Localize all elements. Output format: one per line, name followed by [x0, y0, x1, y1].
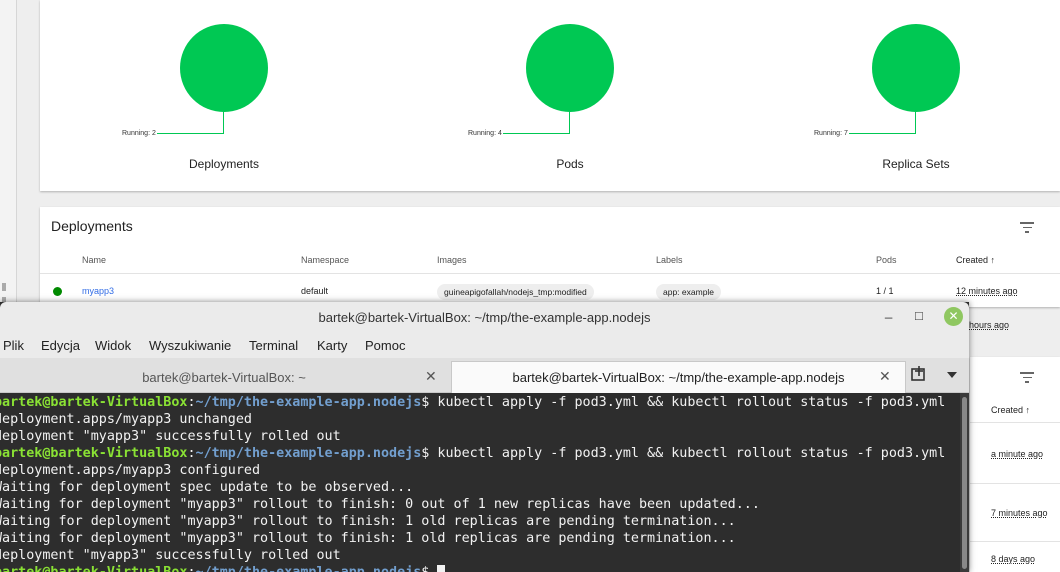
chart-leader-line: [223, 112, 224, 133]
chart-leader-line: [503, 133, 570, 134]
chart-title: Deployments: [188, 157, 260, 171]
terminal-line: deployment.apps/myapp3 configured: [0, 463, 261, 478]
column-header-labels[interactable]: Labels: [656, 255, 683, 265]
terminal-line: Waiting for deployment "myapp3" rollout …: [0, 497, 760, 512]
created-cell: hours ago: [969, 320, 1010, 330]
column-header-created[interactable]: Created ↑: [956, 255, 995, 265]
tab-home[interactable]: bartek@bartek-VirtualBox: ~ ✕: [0, 362, 448, 392]
terminal-line: deployment.apps/myapp3 unchanged: [0, 412, 252, 427]
chart-leader-line: [915, 112, 916, 133]
running-count-label: Running: 4: [468, 130, 502, 137]
terminal-window[interactable]: bartek@bartek-VirtualBox: ~/tmp/the-exam…: [0, 302, 969, 572]
chart-leader-line: [569, 112, 570, 133]
terminal-line: Waiting for deployment "myapp3" rollout …: [0, 531, 736, 546]
sidebar-marker: [2, 283, 6, 291]
row-divider: [970, 541, 1060, 542]
prompt-path: ~/tmp/the-example-app.nodejs: [195, 395, 422, 410]
chart-leader-line: [157, 133, 224, 134]
created-cell: 12 minutes ago: [956, 286, 1018, 296]
column-header-created-label: Created: [991, 405, 1024, 415]
status-running-icon: [53, 287, 62, 296]
tab-bar: bartek@bartek-VirtualBox: ~ ✕ bartek@bar…: [0, 358, 969, 393]
label-chip: app: example: [656, 284, 722, 300]
window-title: bartek@bartek-VirtualBox: ~/tmp/the-exam…: [318, 310, 651, 325]
deployments-pie-chart: [180, 24, 268, 112]
menu-wyszukiwanie[interactable]: Wyszukiwanie: [149, 338, 231, 353]
menu-edycja[interactable]: Edycja: [41, 338, 80, 353]
replica-sets-pie-chart: [872, 24, 960, 112]
filter-icon[interactable]: [1020, 222, 1034, 234]
command-text: $ kubectl apply -f pod3.yml && kubectl r…: [421, 446, 946, 461]
terminal-line: bartek@bartek-VirtualBox:~/tmp/the-examp…: [0, 394, 945, 411]
menu-karty[interactable]: Karty: [317, 338, 347, 353]
running-count-label: Running: 2: [122, 130, 156, 137]
row-divider: [970, 483, 1060, 484]
minimize-icon[interactable]: _: [885, 304, 892, 319]
column-header-namespace[interactable]: Namespace: [301, 255, 349, 265]
sort-arrow-icon: ↑: [1025, 405, 1031, 415]
menu-pomoc[interactable]: Pomoc: [365, 338, 405, 353]
partial-table-card: Created ↑ a minute ago 7 minutes ago 8 d…: [970, 357, 1060, 572]
terminal-line: bartek@bartek-VirtualBox:~/tmp/the-examp…: [0, 445, 945, 462]
column-header-created-label: Created: [956, 255, 989, 265]
prompt-user: bartek@bartek-VirtualBox: [0, 395, 188, 410]
menu-terminal[interactable]: Terminal: [249, 338, 298, 353]
terminal-line: Waiting for deployment spec update to be…: [0, 480, 414, 495]
column-header-pods[interactable]: Pods: [876, 255, 897, 265]
terminal-output[interactable]: bartek@bartek-VirtualBox:~/tmp/the-examp…: [0, 393, 960, 572]
prompt-path: ~/tmp/the-example-app.nodejs: [195, 446, 422, 461]
tab-example-app[interactable]: bartek@bartek-VirtualBox: ~/tmp/the-exam…: [451, 361, 906, 393]
chart-leader-line: [849, 133, 916, 134]
deployments-card: Deployments Name Namespace Images Labels…: [40, 207, 1060, 330]
tab-close-icon[interactable]: ✕: [425, 368, 437, 385]
chart-title: Pods: [556, 157, 584, 171]
created-cell: 7 minutes ago: [991, 508, 1048, 518]
row-divider: [970, 422, 1060, 423]
menu-widok[interactable]: Widok: [95, 338, 131, 353]
terminal-scrollbar[interactable]: [960, 393, 969, 572]
column-header-images[interactable]: Images: [437, 255, 467, 265]
card-title: Deployments: [51, 218, 133, 234]
tab-label: bartek@bartek-VirtualBox: ~/tmp/the-exam…: [512, 370, 845, 385]
menu-plik[interactable]: Plik: [3, 338, 24, 353]
command-text: $: [421, 565, 437, 572]
created-cell: a minute ago: [991, 449, 1044, 459]
chart-title: Replica Sets: [882, 157, 950, 171]
image-chip: guineapigofallah/nodejs_tmp:modified: [437, 284, 594, 300]
sort-arrow-icon: ↑: [990, 255, 996, 265]
prompt-user: bartek@bartek-VirtualBox: [0, 446, 188, 461]
maximize-icon[interactable]: □: [915, 308, 923, 323]
terminal-line: deployment "myapp3" successfully rolled …: [0, 429, 341, 444]
filter-icon[interactable]: [1020, 372, 1034, 384]
prompt-path: ~/tmp/the-example-app.nodejs: [196, 565, 422, 572]
deployment-name-link[interactable]: myapp3: [82, 286, 114, 296]
tab-label: bartek@bartek-VirtualBox: ~: [142, 370, 306, 385]
scrollbar-thumb[interactable]: [962, 397, 967, 569]
created-cell: 8 days ago: [991, 554, 1036, 564]
close-icon[interactable]: ✕: [944, 307, 963, 326]
terminal-line: Waiting for deployment "myapp3" rollout …: [0, 514, 736, 529]
terminal-line: bartek@bartek-VirtualBox:~/tmp/the-examp…: [0, 564, 446, 572]
pods-pie-chart: [526, 24, 614, 112]
pods-cell: 1 / 1: [876, 286, 894, 296]
row-divider: [40, 273, 1060, 274]
namespace-cell: default: [301, 286, 329, 296]
text-cursor: [437, 565, 446, 572]
menu-bar: Plik Edycja Widok Wyszukiwanie Terminal …: [0, 332, 969, 358]
tab-menu-chevron-down-icon[interactable]: [947, 372, 957, 378]
workload-status-card: Running: 2 Deployments Running: 4 Pods R…: [40, 0, 1060, 191]
running-count-label: Running: 7: [814, 130, 848, 137]
terminal-line: deployment "myapp3" successfully rolled …: [0, 548, 341, 563]
column-header-created[interactable]: Created ↑: [991, 405, 1030, 415]
command-text: $ kubectl apply -f pod3.yml && kubectl r…: [421, 395, 946, 410]
terminal-titlebar[interactable]: bartek@bartek-VirtualBox: ~/tmp/the-exam…: [0, 302, 969, 332]
tab-close-icon[interactable]: ✕: [879, 368, 891, 385]
column-header-name[interactable]: Name: [82, 255, 106, 265]
new-tab-icon[interactable]: [910, 365, 928, 383]
prompt-user: bartek@bartek-VirtualBox: [0, 565, 187, 572]
